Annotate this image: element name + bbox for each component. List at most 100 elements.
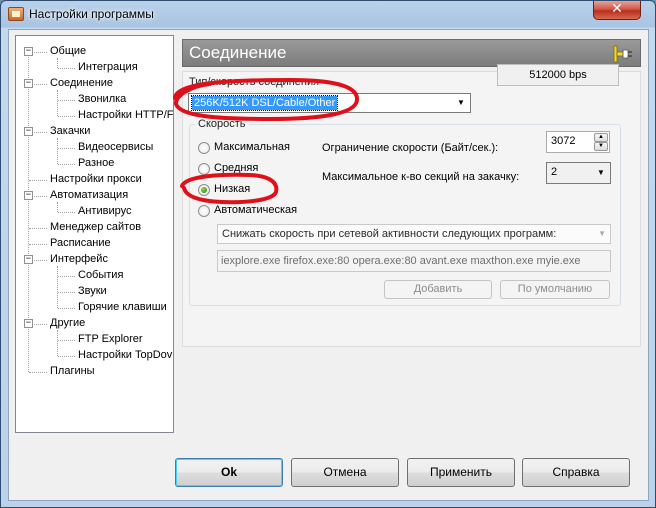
tree-line (57, 266, 58, 308)
tree-item[interactable]: Плагины (50, 364, 95, 380)
tree-item[interactable]: События (78, 268, 123, 284)
tree-item[interactable]: Разное (78, 156, 114, 172)
connection-type-value: 256K/512K DSL/Cable/Other (190, 95, 339, 111)
tree-line (29, 180, 47, 181)
help-button[interactable]: Справка (522, 458, 630, 487)
collapse-icon[interactable]: − (24, 127, 33, 136)
chevron-down-icon[interactable]: ▼ (453, 95, 469, 111)
tree-item[interactable]: Настройки TopDov (78, 348, 172, 364)
stepper-down-icon[interactable]: ▼ (594, 142, 608, 151)
radio-max-label: Максимальная (214, 141, 290, 153)
collapse-icon[interactable]: − (24, 47, 33, 56)
app-icon (8, 7, 24, 21)
tree-item[interactable]: FTP Explorer (78, 332, 143, 348)
tree-item[interactable]: Закачки (50, 124, 90, 140)
tree-item-label: Расписание (50, 237, 111, 249)
tree-item-label: Менеджер сайтов (50, 221, 142, 233)
tree-line (57, 330, 58, 356)
tree-item[interactable]: Антивирус (78, 204, 131, 220)
collapse-icon[interactable]: − (24, 79, 33, 88)
tree-line (58, 340, 75, 341)
tree-item[interactable]: Интерфейс (50, 252, 108, 268)
connection-type-label: Тип/скорость соединения (189, 76, 320, 88)
tree-item[interactable]: Звонилка (78, 92, 126, 108)
close-button[interactable]: ✕ (593, 1, 641, 20)
tree-item-label: Антивирус (78, 205, 132, 217)
programs-field[interactable]: iexplore.exe firefox.exe:80 opera.exe:80… (217, 250, 611, 272)
tree-line (58, 164, 75, 165)
collapse-icon[interactable]: − (24, 255, 33, 264)
tree-line (58, 68, 75, 69)
default-button[interactable]: По умолчанию (500, 280, 610, 299)
chevron-down-icon[interactable]: ▼ (598, 225, 606, 243)
chevron-down-icon[interactable]: ▼ (593, 165, 609, 181)
tree-line (58, 292, 75, 293)
tree-item[interactable]: Соединение (50, 76, 113, 92)
tree-line (58, 148, 75, 149)
tree-line (58, 356, 75, 357)
stepper-up-icon[interactable]: ▲ (594, 133, 608, 142)
ok-button[interactable]: Ok (175, 458, 283, 487)
tree-item[interactable]: Настройки HTTP/F (78, 108, 174, 124)
window-title: Настройки программы (29, 7, 154, 21)
settings-tree[interactable]: Общие Интеграция Соединение Звонилка Настрой… (15, 35, 174, 433)
radio-auto-label: Автоматическая (214, 204, 298, 216)
tree-item-label: Разное (78, 157, 115, 169)
tree-item[interactable]: Другие (50, 316, 85, 332)
tree-item-label: Интерфейс (50, 253, 108, 265)
add-button[interactable]: Добавить (384, 280, 492, 299)
collapse-icon[interactable]: − (24, 191, 33, 200)
tree-line (58, 212, 75, 213)
title-bar[interactable]: Настройки программы ✕ (1, 1, 655, 29)
tree-item-label: Плагины (50, 365, 95, 377)
tree-item[interactable]: Интеграция (78, 60, 138, 76)
tree-item-label: Интеграция (78, 61, 138, 73)
tree-item[interactable]: Звуки (78, 284, 107, 300)
radio-circle[interactable] (198, 163, 210, 175)
tree-item-label: FTP Explorer (78, 333, 143, 345)
tree-line (29, 372, 47, 373)
radio-circle[interactable] (198, 205, 210, 217)
tree-line (29, 228, 47, 229)
tree-line (29, 244, 47, 245)
tree-line (58, 100, 75, 101)
tree-item-label: Соединение (50, 77, 114, 89)
tree-item-label: События (78, 269, 124, 281)
tree-item[interactable]: Настройки прокси (50, 172, 142, 188)
radio-circle[interactable] (198, 142, 210, 154)
collapse-icon[interactable]: − (24, 319, 33, 328)
bps-display: 512000 bps (497, 64, 619, 86)
auto-throttle-select[interactable]: Снижать скорость при сетевой активности … (217, 224, 611, 244)
tree-item-label: Настройки TopDov (78, 349, 173, 361)
speed-limit-value[interactable]: 3072 (551, 135, 575, 147)
section-header: Соединение (182, 39, 641, 67)
tree-item-label: Настройки HTTP/F (78, 109, 174, 121)
speed-limit-stepper[interactable]: 3072 ▲ ▼ (546, 131, 610, 153)
sections-select[interactable]: 2 ▼ (546, 162, 611, 184)
tree-line (58, 116, 75, 117)
tree-item[interactable]: Общие (50, 44, 86, 60)
tree-item-label: Автоматизация (50, 189, 129, 201)
cancel-button[interactable]: Отмена (291, 458, 399, 487)
plug-icon (613, 45, 632, 63)
tree-item[interactable]: Автоматизация (50, 188, 128, 204)
tree-item[interactable]: Расписание (50, 236, 111, 252)
auto-throttle-label: Снижать скорость при сетевой активности … (222, 228, 557, 240)
tree-line (57, 138, 58, 164)
radio-circle-selected[interactable] (198, 184, 210, 196)
apply-button[interactable]: Применить (407, 458, 515, 487)
connection-type-select[interactable]: 256K/512K DSL/Cable/Other ▼ (188, 93, 471, 113)
tree-line (58, 276, 75, 277)
tree-line (57, 90, 58, 116)
tree-item[interactable]: Видеосервисы (78, 140, 153, 156)
tree-item[interactable]: Менеджер сайтов (50, 220, 141, 236)
tree-item-label: Закачки (50, 125, 91, 137)
tree-item-label: Общие (50, 45, 87, 57)
sections-value: 2 (551, 166, 558, 178)
tree-item-label: Видеосервисы (78, 141, 154, 153)
tree-item[interactable]: Горячие клавиши (78, 300, 167, 316)
tree-line (58, 308, 75, 309)
speed-group-label: Скорость (195, 118, 249, 130)
tree-item-label: Звонилка (78, 93, 127, 105)
tree-item-label: Другие (50, 317, 86, 329)
